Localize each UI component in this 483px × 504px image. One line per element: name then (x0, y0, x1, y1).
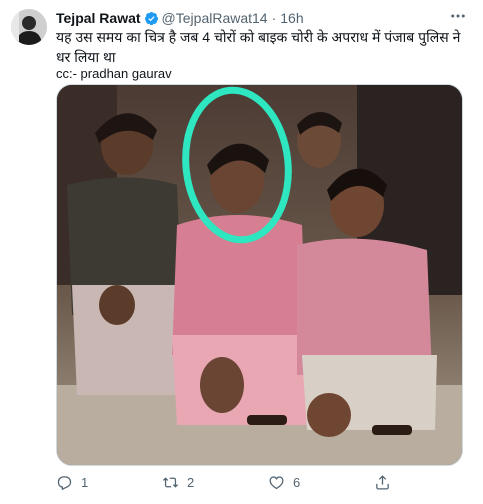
tweet-actions: 1 2 6 (56, 472, 476, 492)
reply-count: 1 (81, 474, 89, 490)
retweet-count: 2 (187, 474, 195, 490)
like-button[interactable]: 6 (268, 474, 300, 491)
tweet-photo[interactable] (56, 84, 463, 466)
like-count: 6 (293, 474, 301, 490)
retweet-button[interactable]: 2 (162, 474, 194, 491)
photo-image (57, 85, 462, 465)
like-icon (269, 475, 284, 489)
share-icon (376, 474, 389, 490)
share-button[interactable] (374, 474, 391, 491)
tweet[interactable]: Tejpal Rawat @TejpalRawat14 · 16h यह उस … (0, 0, 483, 504)
tweet-text: यह उस समय का चित्र है जब 4 चोरों को बाइक… (56, 29, 461, 65)
retweet-icon (162, 476, 179, 488)
tweet-cc-line: cc:- pradhan gaurav (56, 66, 172, 81)
reply-icon (57, 475, 72, 490)
tweet-header: Tejpal Rawat @TejpalRawat14 · 16h (56, 8, 443, 28)
author-name[interactable]: Tejpal Rawat (56, 10, 141, 26)
more-options-icon[interactable] (447, 7, 469, 25)
reply-button[interactable]: 1 (56, 474, 88, 491)
verified-badge-icon (144, 11, 158, 25)
tweet-timestamp[interactable]: 16h (280, 10, 303, 26)
author-handle[interactable]: @TejpalRawat14 (162, 10, 268, 26)
avatar[interactable] (11, 9, 47, 45)
header-separator: · (271, 10, 277, 26)
avatar-image (11, 9, 47, 45)
